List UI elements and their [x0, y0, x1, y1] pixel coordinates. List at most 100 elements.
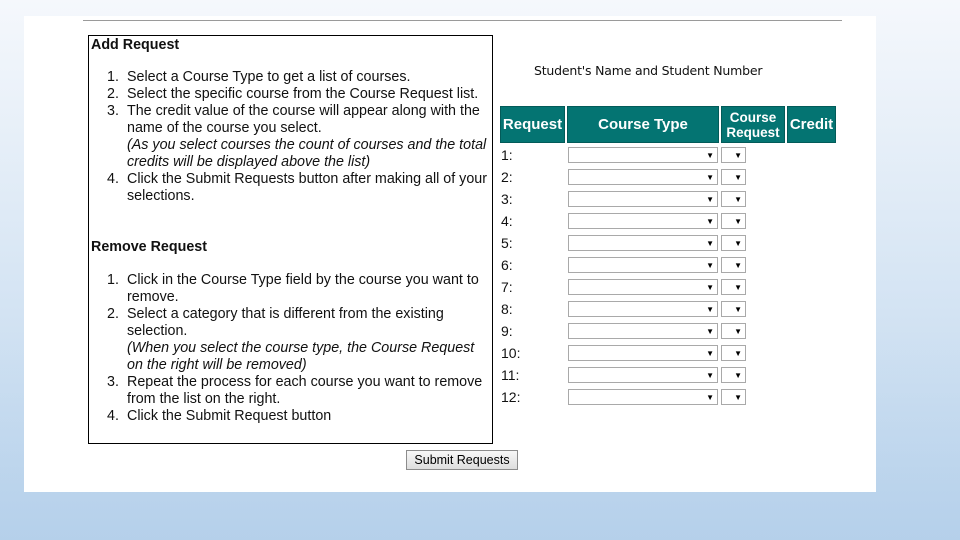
course-request-select[interactable]: ▼	[721, 323, 746, 339]
course-type-select[interactable]: ▼	[568, 257, 718, 273]
step-text: Select a Course Type to get a list of co…	[127, 69, 411, 85]
step-number: 1.	[107, 272, 119, 288]
add-request-steps: 1. Select a Course Type to get a list of …	[89, 69, 489, 205]
course-request-select[interactable]: ▼	[721, 213, 746, 229]
course-request-select[interactable]: ▼	[721, 235, 746, 251]
submit-requests-button[interactable]: Submit Requests	[406, 450, 518, 470]
course-type-select[interactable]: ▼	[568, 169, 718, 185]
triangle-down-icon: ▼	[734, 151, 742, 160]
row-number: 11:	[501, 367, 520, 383]
step-item: 2. Select a category that is different fr…	[89, 306, 489, 374]
triangle-down-icon: ▼	[734, 283, 742, 292]
request-row: 9: ▼ ▼	[500, 323, 780, 345]
request-row: 1: ▼ ▼	[500, 147, 780, 169]
triangle-down-icon: ▼	[706, 173, 714, 182]
triangle-down-icon: ▼	[734, 239, 742, 248]
course-type-select[interactable]: ▼	[568, 213, 718, 229]
triangle-down-icon: ▼	[706, 371, 714, 380]
step-item: 1. Click in the Course Type field by the …	[89, 272, 489, 306]
triangle-down-icon: ▼	[734, 195, 742, 204]
triangle-down-icon: ▼	[706, 393, 714, 402]
remove-request-steps: 1. Click in the Course Type field by the …	[89, 272, 489, 425]
row-number: 2:	[501, 169, 513, 185]
row-number: 5:	[501, 235, 513, 251]
step-text: The credit value of the course will appe…	[127, 103, 480, 136]
step-number: 2.	[107, 86, 119, 102]
step-text: Select a category that is different from…	[127, 306, 444, 339]
course-request-select[interactable]: ▼	[721, 367, 746, 383]
step-number: 1.	[107, 69, 119, 85]
triangle-down-icon: ▼	[734, 327, 742, 336]
row-number: 1:	[501, 147, 513, 163]
triangle-down-icon: ▼	[734, 305, 742, 314]
row-number: 3:	[501, 191, 513, 207]
row-number: 4:	[501, 213, 513, 229]
step-number: 2.	[107, 306, 119, 322]
divider	[83, 20, 842, 21]
triangle-down-icon: ▼	[734, 261, 742, 270]
course-type-select[interactable]: ▼	[568, 301, 718, 317]
course-request-select[interactable]: ▼	[721, 191, 746, 207]
request-row: 10: ▼ ▼	[500, 345, 780, 367]
triangle-down-icon: ▼	[706, 283, 714, 292]
step-item: 3. Repeat the process for each course you…	[89, 374, 489, 408]
step-item: 4. Click the Submit Request button	[89, 408, 489, 425]
course-request-select[interactable]: ▼	[721, 169, 746, 185]
course-type-select[interactable]: ▼	[568, 323, 718, 339]
course-type-select[interactable]: ▼	[568, 235, 718, 251]
course-request-select[interactable]: ▼	[721, 147, 746, 163]
request-row: 6: ▼ ▼	[500, 257, 780, 279]
request-row: 8: ▼ ▼	[500, 301, 780, 323]
course-type-select[interactable]: ▼	[568, 389, 718, 405]
triangle-down-icon: ▼	[706, 261, 714, 270]
request-row: 11: ▼ ▼	[500, 367, 780, 389]
course-request-select[interactable]: ▼	[721, 301, 746, 317]
request-row: 12: ▼ ▼	[500, 389, 780, 411]
step-note: (When you select the course type, the Co…	[127, 340, 475, 373]
course-type-select[interactable]: ▼	[568, 191, 718, 207]
request-row: 7: ▼ ▼	[500, 279, 780, 301]
course-request-select[interactable]: ▼	[721, 279, 746, 295]
triangle-down-icon: ▼	[706, 349, 714, 358]
step-number: 4.	[107, 408, 119, 424]
course-type-select[interactable]: ▼	[568, 147, 718, 163]
course-request-select[interactable]: ▼	[721, 257, 746, 273]
step-note: (As you select courses the count of cour…	[127, 137, 487, 170]
course-type-select[interactable]: ▼	[568, 345, 718, 361]
step-item: 2. Select the specific course from the Co…	[89, 86, 489, 103]
instructions-box: Add Request 1. Select a Course Type to ge…	[88, 35, 493, 444]
step-item: 3. The credit value of the course will ap…	[89, 103, 489, 171]
screenshot-panel: Add Request 1. Select a Course Type to ge…	[24, 16, 876, 492]
step-item: 1. Select a Course Type to get a list of …	[89, 69, 489, 86]
remove-request-heading: Remove Request	[91, 239, 208, 255]
triangle-down-icon: ▼	[734, 349, 742, 358]
request-row: 5: ▼ ▼	[500, 235, 780, 257]
step-number: 3.	[107, 103, 119, 119]
step-text: Click the Submit Request button	[127, 408, 332, 424]
header-request: Request	[500, 106, 565, 143]
triangle-down-icon: ▼	[706, 195, 714, 204]
course-request-select[interactable]: ▼	[721, 345, 746, 361]
row-number: 12:	[501, 389, 521, 405]
course-request-select[interactable]: ▼	[721, 389, 746, 405]
triangle-down-icon: ▼	[706, 217, 714, 226]
step-text: Click the Submit Requests button after m…	[127, 171, 487, 204]
student-name-label: Student's Name and Student Number	[534, 63, 763, 78]
course-type-select[interactable]: ▼	[568, 279, 718, 295]
step-text: Click in the Course Type field by the co…	[127, 272, 479, 305]
row-number: 7:	[501, 279, 513, 295]
triangle-down-icon: ▼	[706, 239, 714, 248]
step-text: Repeat the process for each course you w…	[127, 374, 483, 407]
triangle-down-icon: ▼	[706, 305, 714, 314]
course-type-select[interactable]: ▼	[568, 367, 718, 383]
header-course-request: Course Request	[721, 106, 785, 143]
row-number: 9:	[501, 323, 513, 339]
request-row: 4: ▼ ▼	[500, 213, 780, 235]
triangle-down-icon: ▼	[734, 217, 742, 226]
request-row: 3: ▼ ▼	[500, 191, 780, 213]
header-credit: Credit	[787, 106, 836, 143]
add-request-heading: Add Request	[91, 37, 180, 53]
triangle-down-icon: ▼	[706, 327, 714, 336]
triangle-down-icon: ▼	[734, 371, 742, 380]
step-number: 4.	[107, 171, 119, 187]
